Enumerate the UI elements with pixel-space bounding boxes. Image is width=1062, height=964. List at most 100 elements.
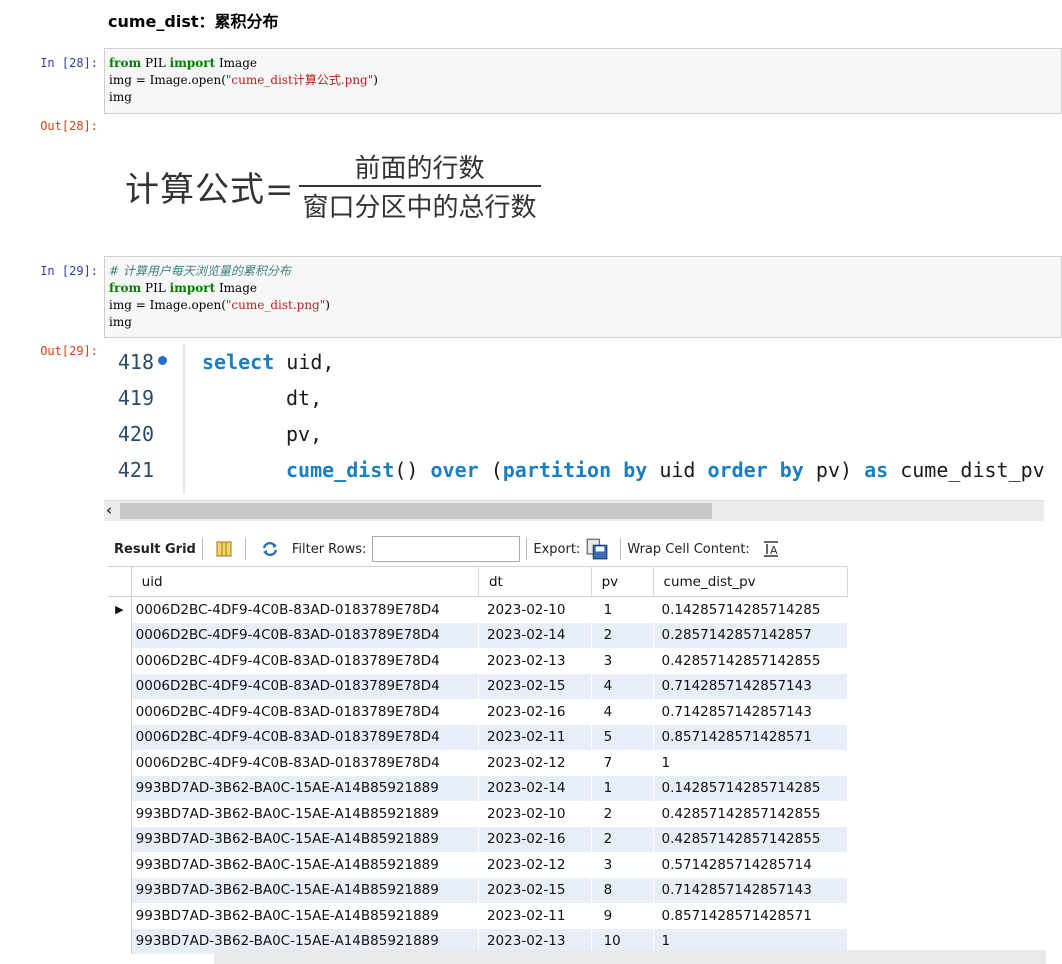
column-header-uid[interactable]: uid <box>131 566 479 597</box>
table-row[interactable]: 0006D2BC-4DF9-4C0B-83AD-0183789E78D4 2023… <box>108 622 849 648</box>
row-marker[interactable] <box>108 903 132 929</box>
table-cell-dt[interactable]: 2023-02-16 <box>478 826 592 852</box>
table-row[interactable]: ▶ 0006D2BC-4DF9-4C0B-83AD-0183789E78D4 202… <box>108 596 849 623</box>
row-marker[interactable] <box>108 750 132 776</box>
horizontal-scrollbar[interactable]: ‹ <box>104 500 1044 521</box>
table-cell-pv[interactable]: 2 <box>591 826 654 852</box>
table-cell-cume-dist-pv[interactable]: 0.42857142857142855 <box>653 801 849 827</box>
result-grid: uid dt pv cume_dist_pv ▶ 0006D2BC-4DF9-4C… <box>108 566 849 954</box>
code-token: img <box>109 90 132 104</box>
table-cell-uid[interactable]: 0006D2BC-4DF9-4C0B-83AD-0183789E78D4 <box>131 699 479 725</box>
table-cell-cume-dist-pv[interactable]: 0.8571428571428571 <box>653 724 849 750</box>
table-cell-pv[interactable]: 1 <box>591 775 654 801</box>
table-cell-cume-dist-pv[interactable]: 0.7142857142857143 <box>653 877 849 903</box>
table-cell-dt[interactable]: 2023-02-10 <box>478 596 592 623</box>
table-cell-dt[interactable]: 2023-02-12 <box>478 852 592 878</box>
table-cell-pv[interactable]: 4 <box>591 699 654 725</box>
table-cell-pv[interactable]: 5 <box>591 724 654 750</box>
table-row[interactable]: 0006D2BC-4DF9-4C0B-83AD-0183789E78D4 2023… <box>108 750 849 776</box>
sql-token: ( <box>478 458 503 482</box>
table-cell-uid[interactable]: 993BD7AD-3B62-BA0C-15AE-A14B85921889 <box>131 775 479 801</box>
export-save-icon[interactable] <box>586 538 608 560</box>
table-row[interactable]: 993BD7AD-3B62-BA0C-15AE-A14B85921889 2023… <box>108 877 849 903</box>
table-cell-uid[interactable]: 0006D2BC-4DF9-4C0B-83AD-0183789E78D4 <box>131 673 479 699</box>
table-cell-uid[interactable]: 0006D2BC-4DF9-4C0B-83AD-0183789E78D4 <box>131 724 479 750</box>
column-header-cume-dist-pv[interactable]: cume_dist_pv <box>653 566 849 597</box>
table-cell-cume-dist-pv[interactable]: 0.14285714285714285 <box>653 596 849 623</box>
table-cell-pv[interactable]: 2 <box>591 801 654 827</box>
scrollbar-thumb[interactable] <box>120 503 712 519</box>
row-marker[interactable] <box>108 648 132 674</box>
table-cell-dt[interactable]: 2023-02-11 <box>478 903 592 929</box>
code-editor[interactable]: # 计算用户每天浏览量的累积分布 from PIL import Image img… <box>109 263 1057 331</box>
table-cell-uid[interactable]: 993BD7AD-3B62-BA0C-15AE-A14B85921889 <box>131 801 479 827</box>
table-cell-uid[interactable]: 993BD7AD-3B62-BA0C-15AE-A14B85921889 <box>131 852 479 878</box>
table-cell-pv[interactable]: 3 <box>591 648 654 674</box>
table-cell-dt[interactable]: 2023-02-15 <box>478 673 592 699</box>
table-cell-pv[interactable]: 8 <box>591 877 654 903</box>
filter-rows-input[interactable] <box>372 536 521 562</box>
code-cell-29[interactable]: # 计算用户每天浏览量的累积分布 from PIL import Image img… <box>104 256 1062 338</box>
table-cell-cume-dist-pv[interactable]: 1 <box>653 750 849 776</box>
table-cell-cume-dist-pv[interactable]: 0.42857142857142855 <box>653 826 849 852</box>
table-cell-pv[interactable]: 3 <box>591 852 654 878</box>
row-marker[interactable] <box>108 877 132 903</box>
table-cell-pv[interactable]: 4 <box>591 673 654 699</box>
grid-horizontal-scrollbar[interactable] <box>214 950 1046 964</box>
table-cell-uid[interactable]: 0006D2BC-4DF9-4C0B-83AD-0183789E78D4 <box>131 750 479 776</box>
column-header-dt[interactable]: dt <box>478 566 592 597</box>
row-marker[interactable] <box>108 622 132 648</box>
row-marker[interactable] <box>108 673 132 699</box>
table-cell-cume-dist-pv[interactable]: 0.8571428571428571 <box>653 903 849 929</box>
table-cell-dt[interactable]: 2023-02-15 <box>478 877 592 903</box>
table-cell-dt[interactable]: 2023-02-12 <box>478 750 592 776</box>
sql-token: select <box>202 350 275 374</box>
table-cell-pv[interactable]: 2 <box>591 622 654 648</box>
table-cell-dt[interactable]: 2023-02-13 <box>478 648 592 674</box>
table-cell-pv[interactable]: 7 <box>591 750 654 776</box>
table-cell-uid[interactable]: 0006D2BC-4DF9-4C0B-83AD-0183789E78D4 <box>131 622 479 648</box>
table-cell-dt[interactable]: 2023-02-10 <box>478 801 592 827</box>
table-cell-pv[interactable]: 1 <box>591 596 654 623</box>
table-row[interactable]: 0006D2BC-4DF9-4C0B-83AD-0183789E78D4 2023… <box>108 673 849 699</box>
table-cell-uid[interactable]: 993BD7AD-3B62-BA0C-15AE-A14B85921889 <box>131 826 479 852</box>
row-marker[interactable] <box>108 699 132 725</box>
table-row[interactable]: 0006D2BC-4DF9-4C0B-83AD-0183789E78D4 2023… <box>108 699 849 725</box>
table-cell-uid[interactable]: 993BD7AD-3B62-BA0C-15AE-A14B85921889 <box>131 877 479 903</box>
row-marker[interactable] <box>108 928 132 954</box>
table-cell-cume-dist-pv[interactable]: 0.7142857142857143 <box>653 673 849 699</box>
scroll-left-arrow-icon[interactable]: ‹ <box>106 501 112 519</box>
table-row[interactable]: 993BD7AD-3B62-BA0C-15AE-A14B85921889 2023… <box>108 852 849 878</box>
refresh-icon[interactable] <box>258 540 282 558</box>
table-cell-cume-dist-pv[interactable]: 0.7142857142857143 <box>653 699 849 725</box>
table-cell-dt[interactable]: 2023-02-16 <box>478 699 592 725</box>
row-marker[interactable] <box>108 801 132 827</box>
wrap-text-icon[interactable]: A <box>762 540 780 558</box>
current-row-arrow-icon[interactable]: ▶ <box>108 596 132 623</box>
table-cell-pv[interactable]: 9 <box>591 903 654 929</box>
table-row[interactable]: 0006D2BC-4DF9-4C0B-83AD-0183789E78D4 2023… <box>108 648 849 674</box>
table-cell-uid[interactable]: 0006D2BC-4DF9-4C0B-83AD-0183789E78D4 <box>131 596 479 623</box>
table-cell-uid[interactable]: 993BD7AD-3B62-BA0C-15AE-A14B85921889 <box>131 903 479 929</box>
table-row[interactable]: 993BD7AD-3B62-BA0C-15AE-A14B85921889 2023… <box>108 903 849 929</box>
table-row[interactable]: 993BD7AD-3B62-BA0C-15AE-A14B85921889 2023… <box>108 775 849 801</box>
row-marker[interactable] <box>108 724 132 750</box>
table-row[interactable]: 0006D2BC-4DF9-4C0B-83AD-0183789E78D4 2023… <box>108 724 849 750</box>
table-cell-dt[interactable]: 2023-02-11 <box>478 724 592 750</box>
table-cell-uid[interactable]: 0006D2BC-4DF9-4C0B-83AD-0183789E78D4 <box>131 648 479 674</box>
code-cell-28[interactable]: from PIL import Image img = Image.open("c… <box>104 48 1062 114</box>
table-cell-dt[interactable]: 2023-02-14 <box>478 775 592 801</box>
table-cell-cume-dist-pv[interactable]: 0.42857142857142855 <box>653 648 849 674</box>
row-marker[interactable] <box>108 852 132 878</box>
table-row[interactable]: 993BD7AD-3B62-BA0C-15AE-A14B85921889 2023… <box>108 826 849 852</box>
table-row[interactable]: 993BD7AD-3B62-BA0C-15AE-A14B85921889 2023… <box>108 801 849 827</box>
table-cell-cume-dist-pv[interactable]: 0.14285714285714285 <box>653 775 849 801</box>
column-header-pv[interactable]: pv <box>591 566 654 597</box>
table-cell-dt[interactable]: 2023-02-14 <box>478 622 592 648</box>
row-marker[interactable] <box>108 775 132 801</box>
row-marker[interactable] <box>108 826 132 852</box>
table-cell-cume-dist-pv[interactable]: 0.2857142857142857 <box>653 622 849 648</box>
grid-layout-icon[interactable] <box>215 540 233 558</box>
table-cell-cume-dist-pv[interactable]: 0.5714285714285714 <box>653 852 849 878</box>
code-editor[interactable]: from PIL import Image img = Image.open("c… <box>109 55 1057 106</box>
